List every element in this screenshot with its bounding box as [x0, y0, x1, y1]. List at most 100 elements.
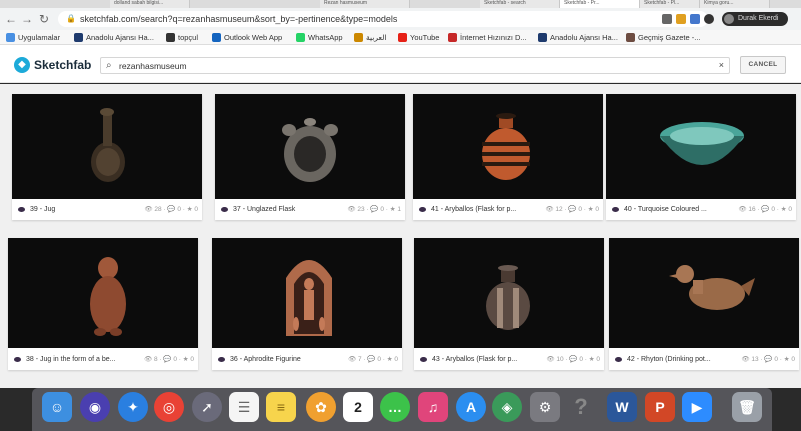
model-card[interactable]: 36 - Aphrodite Figurine 👁 7 · 💬 0 · ★ 0	[212, 238, 402, 370]
browser-tab-strip: dolland sabah bilgisi... Rezan hasmuseum…	[0, 0, 801, 8]
system-preferences-icon[interactable]: ⚙	[530, 392, 560, 422]
messages-icon[interactable]: …	[380, 392, 410, 422]
model-title[interactable]: 42 - Rhyton (Drinking pot...	[627, 349, 727, 370]
model-meta: 41 - Aryballos (Flask for p... 👁 12 · 💬 …	[413, 199, 603, 220]
bookmark[interactable]: Anadolu Ajansı Ha...	[538, 31, 618, 44]
profile-button[interactable]: Durak Ekerdi	[722, 12, 788, 26]
model-title[interactable]: 36 - Aphrodite Figurine	[230, 349, 330, 370]
browser-tab[interactable]: Kimya goru...	[700, 0, 770, 8]
model-thumbnail[interactable]	[212, 238, 402, 348]
model-meta: 38 - Jug in the form of a be... 👁 8 · 💬 …	[8, 349, 198, 370]
model-stats: 👁 10 · 💬 0 · ★ 0	[546, 356, 600, 363]
flask-image	[282, 118, 338, 182]
extension-icon[interactable]	[704, 14, 714, 24]
model-title[interactable]: 41 - Aryballos (Flask for p...	[431, 199, 531, 220]
model-thumbnail[interactable]	[8, 238, 198, 348]
bookmark[interactable]: topçul	[166, 31, 198, 44]
bookmark[interactable]: Anadolu Ajansı Ha...	[74, 31, 154, 44]
app-store-icon[interactable]: A	[456, 392, 486, 422]
bookmark[interactable]: Outlook Web App	[212, 31, 282, 44]
author-avatar	[419, 207, 426, 212]
turquoise-bowl-image	[660, 122, 744, 165]
extension-icon[interactable]	[690, 14, 700, 24]
notes-icon[interactable]: ≡	[266, 392, 296, 422]
reload-icon[interactable]: ↻	[37, 12, 51, 26]
model-card[interactable]: 38 - Jug in the form of a be... 👁 8 · 💬 …	[8, 238, 198, 370]
forward-icon[interactable]: →	[20, 12, 34, 26]
model-card[interactable]: 39 - Jug 👁 28 · 💬 0 · ★ 0	[12, 94, 202, 220]
url-text: sketchfab.com/search?q=rezanhasmuseum&so…	[80, 14, 398, 24]
powerpoint-icon[interactable]: P	[645, 392, 675, 422]
whatsapp-icon	[296, 33, 305, 42]
speedtest-icon	[448, 33, 457, 42]
bookmark[interactable]: العربية	[354, 31, 387, 44]
clear-icon[interactable]: ×	[719, 58, 724, 73]
chrome-icon[interactable]: ◎	[154, 392, 184, 422]
model-title[interactable]: 38 - Jug in the form of a be...	[26, 349, 126, 370]
bookmark[interactable]: Geçmiş Gazete -...	[626, 31, 701, 44]
word-icon[interactable]: W	[607, 392, 637, 422]
browser-tab[interactable]: Rezan hasmuseum	[320, 0, 410, 8]
model-title[interactable]: 39 - Jug	[30, 199, 130, 220]
photos-icon[interactable]: ✿	[306, 392, 336, 422]
zoom-icon[interactable]: ▶	[682, 392, 712, 422]
star-icon[interactable]	[676, 14, 686, 24]
search-icon: ⌕	[106, 60, 112, 71]
help-icon[interactable]: ?	[566, 392, 596, 422]
camera-icon[interactable]	[662, 14, 672, 24]
photo-app-icon[interactable]: ◈	[492, 392, 522, 422]
bookmark[interactable]: WhatsApp	[296, 31, 343, 44]
launchpad-icon[interactable]: ➚	[192, 392, 222, 422]
model-stats: 👁 8 · 💬 0 · ★ 0	[143, 356, 194, 363]
bookmark-icon	[166, 33, 175, 42]
anadolu-icon	[538, 33, 547, 42]
newspaper-icon	[626, 33, 635, 42]
model-title[interactable]: 40 - Turquoise Coloured ...	[624, 199, 724, 220]
model-stats: 👁 23 · 💬 0 · ★ 1	[347, 206, 401, 213]
model-meta: 40 - Turquoise Coloured ... 👁 16 · 💬 0 ·…	[606, 199, 796, 220]
model-card[interactable]: 42 - Rhyton (Drinking pot... 👁 13 · 💬 0 …	[609, 238, 799, 370]
finder-icon[interactable]: ☺	[42, 392, 72, 422]
model-thumbnail[interactable]	[413, 94, 603, 199]
model-title[interactable]: 43 - Aryballos (Flask for p...	[432, 349, 532, 370]
itunes-icon[interactable]: ♫	[418, 392, 448, 422]
arabic-site-icon	[354, 33, 363, 42]
author-avatar	[14, 357, 21, 362]
reminders-icon[interactable]: ☰	[229, 392, 259, 422]
bookmark[interactable]: İnternet Hızınızı D...	[448, 31, 527, 44]
model-meta: 43 - Aryballos (Flask for p... 👁 10 · 💬 …	[414, 349, 604, 370]
model-thumbnail[interactable]	[12, 94, 202, 199]
calendar-icon[interactable]: 2	[343, 392, 373, 422]
macos-dock: ☺ ◉ ✦ ◎ ➚ ☰ ≡ ✿ 2 … ♫ A ◈ ⚙ ? W P ▶ 🗑	[32, 388, 772, 431]
cancel-button[interactable]: CANCEL	[740, 56, 786, 74]
browser-tab[interactable]: Sketchfab - search	[480, 0, 560, 8]
model-meta: 39 - Jug 👁 28 · 💬 0 · ★ 0	[12, 199, 202, 220]
siri-icon[interactable]: ◉	[80, 392, 110, 422]
bookmark-apps[interactable]: Uygulamalar	[6, 31, 60, 44]
model-stats: 👁 28 · 💬 0 · ★ 0	[144, 206, 198, 213]
model-card[interactable]: 37 - Unglazed Flask 👁 23 · 💬 0 · ★ 1	[215, 94, 405, 220]
trash-icon[interactable]: 🗑	[732, 392, 762, 422]
browser-tab[interactable]: Sketchfab - Pl...	[640, 0, 700, 8]
bookmark[interactable]: YouTube	[398, 31, 439, 44]
model-card[interactable]: 40 - Turquoise Coloured ... 👁 16 · 💬 0 ·…	[606, 94, 796, 220]
apps-icon	[6, 33, 15, 42]
model-title[interactable]: 37 - Unglazed Flask	[233, 199, 333, 220]
sketchfab-logo[interactable]: ◆ Sketchfab	[14, 56, 91, 74]
model-thumbnail[interactable]	[609, 238, 799, 348]
model-thumbnail[interactable]	[606, 94, 796, 199]
model-thumbnail[interactable]	[215, 94, 405, 199]
safari-icon[interactable]: ✦	[118, 392, 148, 422]
browser-tab-active[interactable]: Sketchfab - Pr...	[560, 0, 640, 8]
model-thumbnail[interactable]	[414, 238, 604, 348]
model-card[interactable]: 41 - Aryballos (Flask for p... 👁 12 · 💬 …	[413, 94, 603, 220]
model-card[interactable]: 43 - Aryballos (Flask for p... 👁 10 · 💬 …	[414, 238, 604, 370]
search-input[interactable]	[119, 59, 699, 72]
browser-tab[interactable]: dolland sabah bilgisi...	[110, 0, 190, 8]
bookmarks-bar: Uygulamalar Anadolu Ajansı Ha... topçul …	[0, 30, 801, 45]
address-bar[interactable]: 🔒 sketchfab.com/search?q=rezanhasmuseum&…	[58, 11, 708, 27]
site-header: ◆ Sketchfab ⌕ × CANCEL	[0, 45, 801, 83]
rhyton-image	[669, 265, 755, 310]
back-icon[interactable]: ←	[4, 12, 18, 26]
browser-toolbar: ← → ↻ 🔒 sketchfab.com/search?q=rezanhasm…	[0, 8, 801, 30]
